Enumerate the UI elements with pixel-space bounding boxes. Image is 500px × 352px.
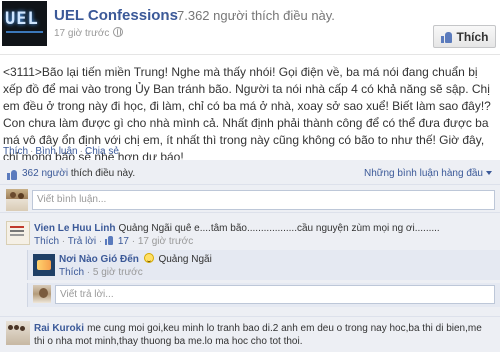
reply-author-avatar[interactable] <box>33 254 55 276</box>
thumbs-up-icon <box>7 169 18 180</box>
smiley-emoji-icon <box>143 253 154 263</box>
likes-summary-row: 362 người thích điều này. Những bình luậ… <box>0 163 500 185</box>
comment-timestamp[interactable]: 17 giờ trước <box>138 236 193 247</box>
comment-sort-dropdown[interactable]: Những bình luận hàng đầu <box>364 168 492 179</box>
logo-underline <box>6 31 43 33</box>
reply-composer: Viết trả lời... <box>27 283 500 307</box>
post-header: UEL UEL Confessions · 7.362 người thích … <box>0 0 500 52</box>
globe-icon <box>113 27 124 37</box>
reply-content: Nơi Nào Gió Đến Quảng Ngãi <box>59 253 212 265</box>
separator-dot: · <box>79 146 83 157</box>
page-like-count: 7.362 người thích điều này. <box>177 8 335 23</box>
divider <box>0 54 500 55</box>
thumbs-up-icon <box>105 236 114 245</box>
like-page-label: Thích <box>456 29 489 44</box>
thumbs-up-icon <box>440 31 453 43</box>
comment-item: Rai Kuroki me cung moi goi,keu minh lo t… <box>0 316 500 352</box>
reply-meta: Thích · 5 giờ trước <box>59 267 143 278</box>
feedback-section: 362 người thích điều này. Những bình luậ… <box>0 160 500 352</box>
viewer-avatar <box>33 285 51 303</box>
comment-author-link[interactable]: Vien Le Huu Linh <box>34 223 115 234</box>
comment-text: Quảng Ngãi quê e....tâm bão.............… <box>118 223 440 234</box>
comment-like-number: 17 <box>117 236 129 247</box>
sort-label: Những bình luận hàng đầu <box>363 168 483 179</box>
comment-content: Rai Kuroki me cung moi goi,keu minh lo t… <box>34 322 494 348</box>
comment-item: Vien Le Huu Linh Quảng Ngãi quê e....tâm… <box>0 218 500 328</box>
like-page-button[interactable]: Thích <box>433 25 496 48</box>
separator-dot: · <box>30 146 34 157</box>
comment-content: Vien Le Huu Linh Quảng Ngãi quê e....tâm… <box>34 222 494 235</box>
caret-down-icon <box>486 171 492 175</box>
likes-summary: 362 người thích điều này. <box>22 168 135 179</box>
commenter-avatar[interactable] <box>6 321 30 345</box>
comment-input[interactable]: Viết bình luận... <box>32 190 495 210</box>
comment-reply-link[interactable]: Trả lời <box>68 236 96 247</box>
viewer-avatar <box>6 189 28 211</box>
post-actions: Thích · Bình luận · Chia sẻ <box>3 146 119 157</box>
commenter-avatar[interactable] <box>6 221 30 245</box>
separator-dot: · <box>166 8 171 23</box>
comment-like-count[interactable]: 17 <box>105 236 129 247</box>
comment-link[interactable]: Bình luận <box>35 146 77 157</box>
likes-count-link[interactable]: 362 người <box>22 168 68 179</box>
reply-like-link[interactable]: Thích <box>59 267 84 278</box>
reply-text: Quảng Ngãi <box>158 254 212 265</box>
reply-author-link[interactable]: Nơi Nào Gió Đến <box>59 254 139 265</box>
reply-timestamp[interactable]: 5 giờ trước <box>93 267 143 278</box>
post-timestamp-row: 17 giờ trước <box>54 27 124 39</box>
comment-author-link[interactable]: Rai Kuroki <box>34 323 84 334</box>
share-link[interactable]: Chia sẻ <box>85 146 119 157</box>
comment-like-link[interactable]: Thích <box>34 236 59 247</box>
comment-text: me cung moi goi,keu minh lo tranh bao di… <box>34 323 482 347</box>
like-link[interactable]: Thích <box>3 146 28 157</box>
reply-input[interactable]: Viết trả lời... <box>55 285 495 304</box>
likes-suffix: thích điều này. <box>70 168 136 179</box>
comment-meta: Thích · Trả lời · 17 · 17 giờ trước <box>34 236 194 247</box>
page-logo-text: UEL <box>5 9 39 29</box>
page-name-link[interactable]: UEL Confessions <box>54 7 178 24</box>
page-avatar[interactable]: UEL <box>2 1 47 46</box>
comment-composer: Viết bình luận... <box>0 187 500 213</box>
post-timestamp[interactable]: 17 giờ trước <box>54 28 109 39</box>
reply-item: Nơi Nào Gió Đến Quảng Ngãi Thích · 5 giờ… <box>27 250 500 280</box>
